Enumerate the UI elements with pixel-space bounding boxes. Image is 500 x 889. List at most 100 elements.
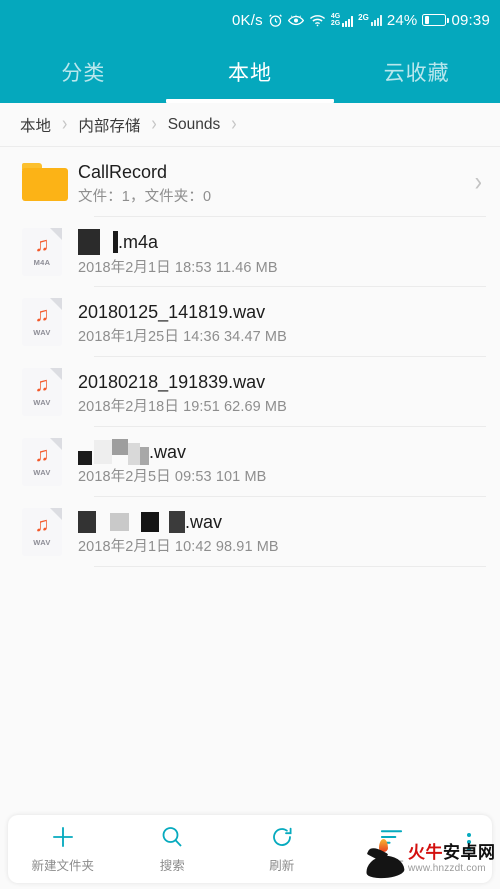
tab-item[interactable]: 本地 [167, 40, 334, 103]
music-note-icon: ♫ [34, 513, 50, 536]
row-body: .m4a 2018年2月1日 18:53 11.46 MB [78, 217, 486, 287]
breadcrumb-item[interactable]: Sounds [168, 116, 221, 134]
row-icon-wrap: ♫ M4A [22, 228, 78, 276]
breadcrumb-item[interactable]: 本地 [20, 114, 51, 136]
chevron-right-icon: › [151, 113, 157, 135]
row-meta: 2018年2月18日 19:51 62.69 MB [78, 398, 287, 415]
row-divider [94, 566, 486, 567]
row-icon-wrap: ♫ WAV [22, 298, 78, 346]
row-meta: 2018年1月25日 14:36 34.47 MB [78, 328, 287, 345]
audio-file-icon: ♫ WAV [22, 368, 62, 416]
sim1-4g-label: 4G [330, 13, 341, 20]
breadcrumb: 本地 › 内部存储 › Sounds › [0, 103, 500, 147]
row-meta: 2018年2月1日 18:53 11.46 MB [78, 259, 278, 276]
tab-label: 云收藏 [383, 61, 450, 85]
tab-item[interactable]: 云收藏 [333, 40, 500, 103]
audio-file-icon: ♫ WAV [22, 508, 62, 556]
row-icon-wrap: ♫ WAV [22, 368, 78, 416]
chevron-right-icon: › [231, 113, 237, 135]
plus-icon [50, 824, 76, 850]
file-ext-label: WAV [33, 467, 51, 477]
row-name-suffix: .m4a [118, 231, 159, 252]
more-vertical-icon[interactable] [446, 815, 492, 883]
row-body: .wav 2018年2月1日 10:42 98.91 MB [78, 497, 486, 567]
redaction-block [78, 450, 92, 465]
row-meta: 2018年2月1日 10:42 98.91 MB [78, 538, 279, 555]
sim1-4g-signal-icon: 4G 2G [330, 13, 354, 27]
row-meta: 2018年2月5日 09:53 101 MB [78, 468, 267, 485]
file-row[interactable]: ♫ WAV .wav 2018年2月1日 10:42 98.91 MB [0, 497, 500, 567]
sim1-2g-label: 2G [330, 20, 341, 27]
toolbar-label: 刷新 [269, 859, 295, 873]
redaction-block [78, 228, 100, 255]
clock-text: 09:39 [451, 11, 490, 29]
toolbar-sort-button[interactable]: 排序 [337, 815, 447, 883]
row-name-suffix: .wav [149, 441, 187, 462]
file-list: CallRecord 文件：1，文件夹：0 › ♫ M4A .m4a 2018年2月1日 1… [0, 147, 500, 889]
row-name: .wav [78, 438, 486, 465]
row-body: CallRecord 文件：1，文件夹：0 [78, 147, 475, 217]
redaction-block [140, 446, 149, 465]
redaction-block [78, 510, 96, 533]
audio-file-icon: ♫ WAV [22, 438, 62, 486]
row-icon-wrap: ♫ WAV [22, 508, 78, 556]
file-row[interactable]: ♫ WAV 20180218_191839.wav 2018年2月18日 19:51 … [0, 357, 500, 427]
refresh-icon [270, 824, 294, 850]
file-row[interactable]: ♫ WAV .wav 2018年2月5日 09:53 101 MB [0, 427, 500, 497]
redaction-block [128, 442, 140, 465]
audio-file-icon: ♫ WAV [22, 298, 62, 346]
toolbar-refresh-button[interactable]: 刷新 [227, 815, 337, 883]
file-ext-label: WAV [33, 327, 51, 337]
file-row[interactable]: ♫ M4A .m4a 2018年2月1日 18:53 11.46 MB [0, 217, 500, 287]
redaction-block [141, 511, 159, 532]
music-note-icon: ♫ [34, 233, 50, 256]
row-icon-wrap [22, 163, 78, 201]
search-icon [160, 824, 184, 850]
chevron-right-icon: › [62, 113, 68, 135]
battery-percent-text: 24% [386, 11, 418, 29]
eye-icon [287, 14, 304, 27]
file-ext-label: WAV [33, 397, 51, 407]
toolbar-label: 新建文件夹 [31, 859, 94, 873]
row-name: 20180125_141819.wav [78, 301, 266, 322]
battery-icon [422, 14, 450, 26]
row-icon-wrap: ♫ WAV [22, 438, 78, 486]
row-name: 20180218_191839.wav [78, 371, 266, 392]
sort-icon [379, 824, 404, 850]
toolbar-label: 搜索 [159, 859, 185, 873]
music-note-icon: ♫ [34, 443, 50, 466]
file-row[interactable]: ♫ WAV 20180125_141819.wav 2018年1月25日 14:36 … [0, 287, 500, 357]
wifi-icon [309, 14, 326, 27]
row-meta: 文件：1，文件夹：0 [78, 188, 212, 205]
breadcrumb-item[interactable]: 内部存储 [78, 114, 140, 136]
file-ext-label: M4A [33, 257, 51, 267]
folder-row[interactable]: CallRecord 文件：1，文件夹：0 › [0, 147, 500, 217]
row-body: 20180125_141819.wav 2018年1月25日 14:36 34.4… [78, 287, 486, 357]
tab-label: 分类 [61, 61, 106, 85]
row-body: .wav 2018年2月5日 09:53 101 MB [78, 427, 486, 497]
file-ext-label: WAV [33, 537, 51, 547]
redaction-block [110, 512, 129, 531]
row-name-suffix: .wav [185, 511, 223, 532]
sim2-2g-signal-icon: 2G [358, 13, 382, 26]
network-speed-text: 0K/s [231, 11, 263, 29]
toolbar-search-button[interactable]: 搜索 [118, 815, 228, 883]
folder-icon [22, 163, 68, 201]
sim2-2g-label: 2G [358, 13, 369, 22]
music-note-icon: ♫ [34, 303, 50, 326]
tab-item[interactable]: 分类 [0, 40, 167, 103]
audio-file-icon: ♫ M4A [22, 228, 62, 276]
row-name: .wav [78, 510, 486, 534]
row-name: CallRecord [78, 161, 168, 182]
bottom-toolbar: 新建文件夹 搜索 刷新 排序 [8, 815, 492, 883]
tab-label: 本地 [228, 61, 272, 85]
music-note-icon: ♫ [34, 373, 50, 396]
row-name: .m4a [78, 228, 486, 255]
toolbar-plus-button[interactable]: 新建文件夹 [8, 815, 118, 883]
alarm-clock-icon [268, 13, 283, 28]
tab-bar: 分类 本地 云收藏 [0, 40, 500, 103]
chevron-right-icon[interactable]: › [475, 166, 486, 197]
toolbar-label: 排序 [378, 859, 404, 873]
status-bar: 0K/s 4G 2G 2G 24% 09:39 [0, 0, 500, 40]
row-body: 20180218_191839.wav 2018年2月18日 19:51 62.6… [78, 357, 486, 427]
